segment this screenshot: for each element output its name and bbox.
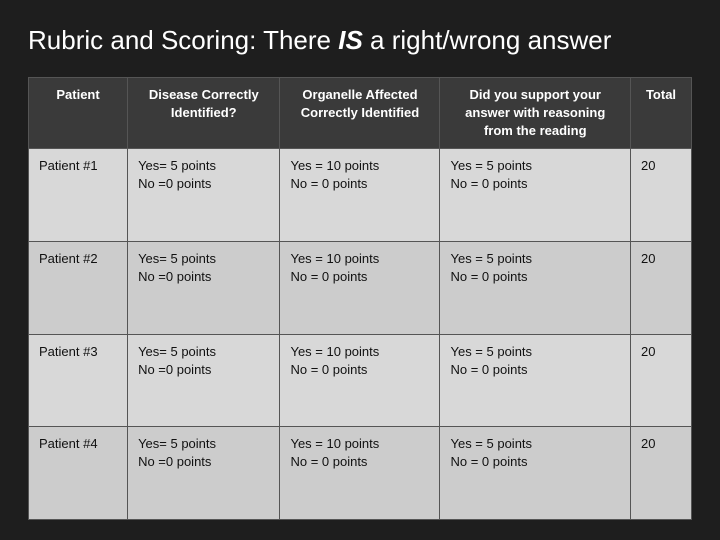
cell-organelle: Yes = 10 pointsNo = 0 points — [280, 334, 440, 427]
table-row: Patient #1Yes= 5 pointsNo =0 pointsYes =… — [29, 149, 692, 242]
table-header-row: Patient Disease Correctly Identified? Or… — [29, 77, 692, 149]
header-reasoning: Did you support your answer with reasoni… — [440, 77, 631, 149]
cell-total: 20 — [631, 149, 692, 242]
title-suffix: a right/wrong answer — [363, 25, 612, 55]
cell-patient: Patient #1 — [29, 149, 128, 242]
cell-total: 20 — [631, 427, 692, 520]
cell-total: 20 — [631, 241, 692, 334]
cell-disease: Yes= 5 pointsNo =0 points — [128, 149, 280, 242]
cell-organelle: Yes = 10 pointsNo = 0 points — [280, 241, 440, 334]
header-total: Total — [631, 77, 692, 149]
cell-organelle: Yes = 10 pointsNo = 0 points — [280, 149, 440, 242]
cell-reasoning: Yes = 5 pointsNo = 0 points — [440, 241, 631, 334]
table-row: Patient #4Yes= 5 pointsNo =0 pointsYes =… — [29, 427, 692, 520]
cell-reasoning: Yes = 5 pointsNo = 0 points — [440, 427, 631, 520]
title-highlight: IS — [338, 25, 363, 55]
header-organelle: Organelle Affected Correctly Identified — [280, 77, 440, 149]
slide: Rubric and Scoring: There IS a right/wro… — [0, 0, 720, 540]
table-row: Patient #2Yes= 5 pointsNo =0 pointsYes =… — [29, 241, 692, 334]
cell-disease: Yes= 5 pointsNo =0 points — [128, 334, 280, 427]
rubric-table: Patient Disease Correctly Identified? Or… — [28, 77, 692, 521]
header-disease: Disease Correctly Identified? — [128, 77, 280, 149]
cell-disease: Yes= 5 pointsNo =0 points — [128, 427, 280, 520]
cell-patient: Patient #4 — [29, 427, 128, 520]
cell-reasoning: Yes = 5 pointsNo = 0 points — [440, 334, 631, 427]
table-row: Patient #3Yes= 5 pointsNo =0 pointsYes =… — [29, 334, 692, 427]
header-patient: Patient — [29, 77, 128, 149]
cell-total: 20 — [631, 334, 692, 427]
cell-disease: Yes= 5 pointsNo =0 points — [128, 241, 280, 334]
cell-reasoning: Yes = 5 pointsNo = 0 points — [440, 149, 631, 242]
title-prefix: Rubric and Scoring: There — [28, 25, 338, 55]
cell-patient: Patient #2 — [29, 241, 128, 334]
cell-organelle: Yes = 10 pointsNo = 0 points — [280, 427, 440, 520]
cell-patient: Patient #3 — [29, 334, 128, 427]
slide-title: Rubric and Scoring: There IS a right/wro… — [28, 24, 692, 57]
